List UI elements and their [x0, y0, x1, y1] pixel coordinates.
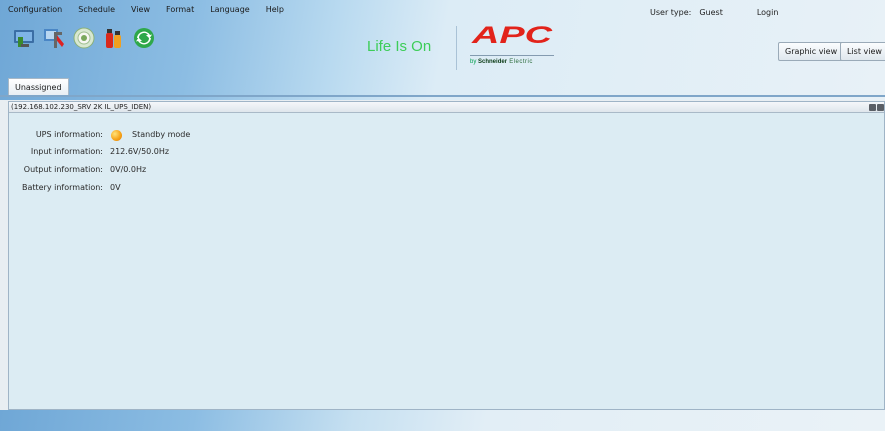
schneider-byline: by Schneider Electric [470, 59, 533, 65]
menu-bar: Configuration Schedule View Format Langu… [8, 5, 300, 17]
input-info-label: Input information: [30, 147, 103, 156]
list-view-button[interactable]: List view [840, 42, 885, 61]
device-title: (192.168.102.230_SRV 2K IL_UPS_IDEN) [11, 103, 152, 111]
menu-view[interactable]: View [131, 5, 150, 17]
monitor-icon[interactable] [12, 26, 36, 50]
disc-icon[interactable] [72, 26, 96, 50]
menu-help[interactable]: Help [266, 5, 284, 17]
brand-divider [456, 26, 457, 70]
tools-icon[interactable] [42, 26, 66, 50]
menu-configuration[interactable]: Configuration [8, 5, 62, 17]
user-bar: User type: Guest Login [650, 8, 778, 17]
graphic-view-button[interactable]: Graphic view [778, 42, 845, 61]
app-header: Configuration Schedule View Format Langu… [0, 0, 885, 100]
footer-bar [0, 410, 885, 431]
output-info-value: 0V/0.0Hz [110, 165, 147, 174]
login-link[interactable]: Login [757, 8, 779, 17]
input-info-value: 212.6V/50.0Hz [110, 147, 170, 156]
refresh-icon[interactable] [132, 26, 156, 50]
device-panel-header[interactable]: (192.168.102.230_SRV 2K IL_UPS_IDEN) [9, 102, 884, 113]
minimize-icon[interactable] [869, 104, 876, 111]
svg-text:APC: APC [470, 24, 553, 44]
device-panel: (192.168.102.230_SRV 2K IL_UPS_IDEN) UPS… [8, 101, 885, 410]
tab-unassigned[interactable]: Unassigned [8, 78, 69, 96]
fire-extinguisher-icon[interactable] [102, 26, 126, 50]
battery-info-value: 0V [110, 183, 121, 192]
life-is-on-tagline: Life Is On [367, 38, 432, 55]
ups-info-value: Standby mode [132, 130, 191, 139]
apc-logo: APC [470, 24, 553, 44]
panel-controls [868, 104, 884, 111]
toolbar [12, 26, 162, 50]
ups-info-label: UPS information: [35, 130, 103, 139]
user-type-value: Guest [699, 8, 723, 17]
close-icon[interactable] [877, 104, 884, 111]
output-info-label: Output information: [23, 165, 103, 174]
menu-schedule[interactable]: Schedule [78, 5, 115, 17]
user-type-label: User type: [650, 8, 692, 17]
battery-info-label: Battery information: [21, 183, 103, 192]
menu-format[interactable]: Format [166, 5, 194, 17]
apc-logo-rule [470, 55, 554, 56]
group-tab-strip: Unassigned [0, 76, 885, 100]
ups-status-icon [111, 130, 122, 141]
tab-strip-baseline [0, 95, 885, 97]
menu-language[interactable]: Language [210, 5, 249, 17]
